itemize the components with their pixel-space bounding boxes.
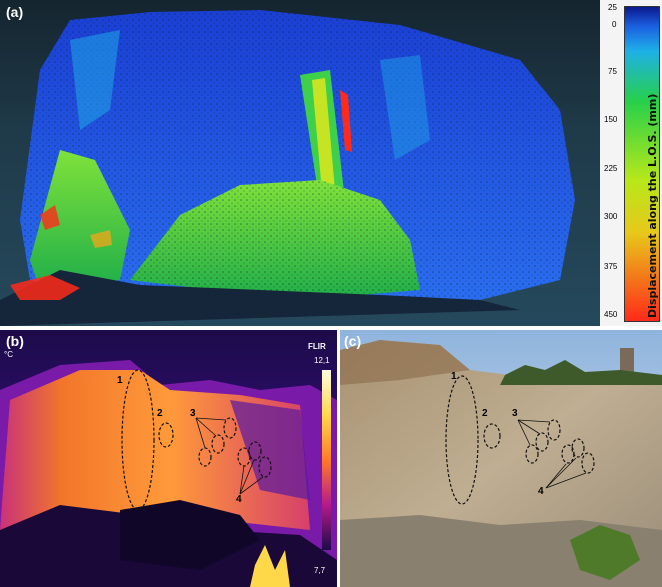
panel-b: (b) °C FLIR 12,1 7,7 1 2 3 4 <box>0 330 337 587</box>
annotation-b-3: 3 <box>190 408 196 419</box>
thermal-image <box>0 330 337 587</box>
annotation-b-2: 2 <box>157 408 163 419</box>
colorbar-tick-300: 300 <box>604 212 618 221</box>
colorbar-title: Displacement along the L.O.S. (mm) <box>646 93 659 318</box>
panel-a: (a) <box>0 0 600 326</box>
colorbar-tick-25: 25 <box>608 3 617 12</box>
panel-a-label: (a) <box>6 4 24 20</box>
temperature-min: 7,7 <box>314 566 326 575</box>
colorbar-tick-375: 375 <box>604 262 618 271</box>
temperature-max: 12,1 <box>314 356 330 365</box>
colorbar-tick-450: 450 <box>604 310 618 319</box>
colorbar-tick-150: 150 <box>604 115 618 124</box>
panel-c: (c) 1 2 3 4 <box>340 330 662 587</box>
annotation-c-1: 1 <box>451 371 457 382</box>
flir-logo: FLIR <box>308 342 326 351</box>
colorbar-tick-0: 0 <box>612 20 617 29</box>
temperature-unit: °C <box>4 350 13 359</box>
annotation-c-4: 4 <box>538 486 544 497</box>
panel-b-label: (b) <box>6 333 24 349</box>
colorbar-tick-75: 75 <box>608 67 617 76</box>
annotation-c-2: 2 <box>482 408 488 419</box>
colorbar-tick-225: 225 <box>604 164 618 173</box>
annotation-b-1: 1 <box>117 375 123 386</box>
annotation-b-4: 4 <box>236 494 242 505</box>
colorbar: Displacement along the L.O.S. (mm) 25 0 … <box>600 0 662 326</box>
annotation-c-3: 3 <box>512 408 518 419</box>
panel-c-label: (c) <box>344 333 362 349</box>
optical-photo <box>340 330 662 587</box>
displacement-point-cloud <box>0 10 575 326</box>
